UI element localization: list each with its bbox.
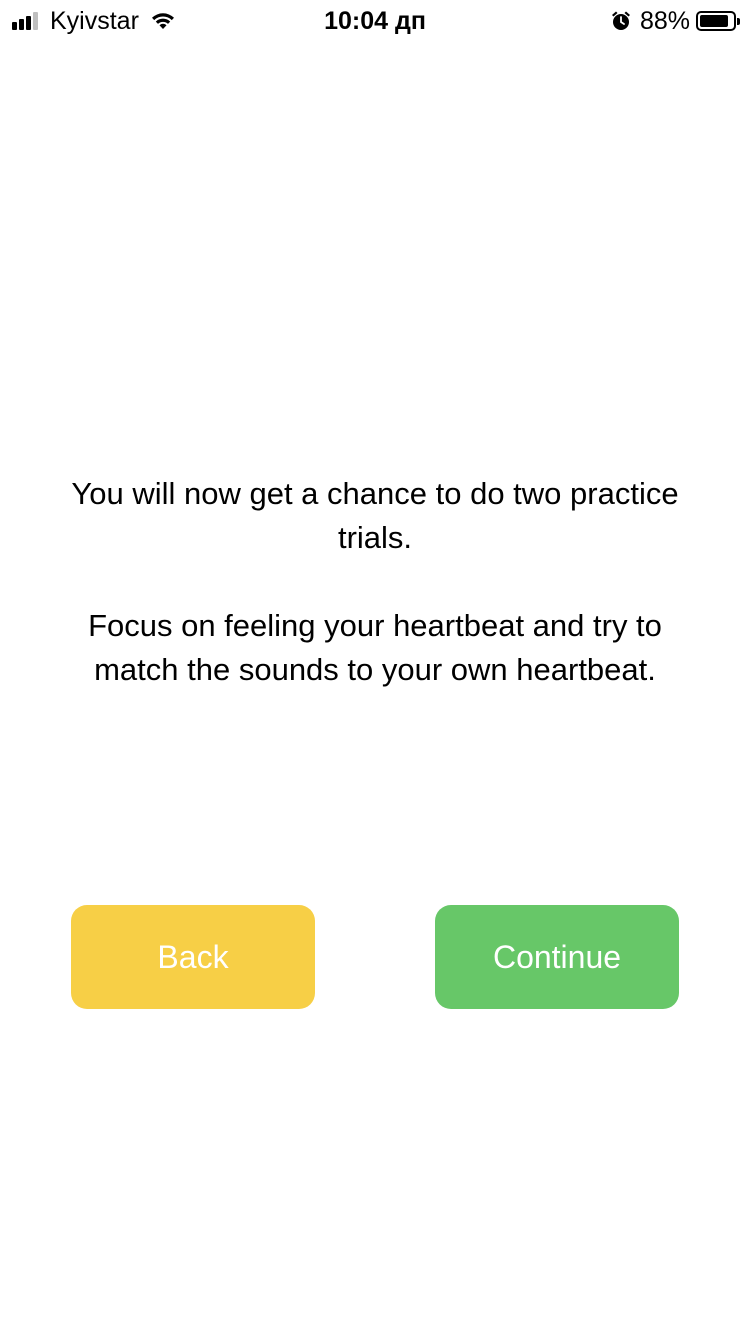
battery-percentage: 88%	[639, 7, 690, 35]
instructions-text: You will now get a chance to do two prac…	[60, 472, 690, 692]
battery-tip	[737, 18, 740, 25]
instructions-paragraph-1: You will now get a chance to do two prac…	[71, 476, 679, 555]
battery-level-fill	[700, 15, 728, 27]
continue-button[interactable]: Continue	[435, 905, 679, 1009]
instructions-paragraph-2: Focus on feeling your heartbeat and try …	[88, 608, 662, 687]
battery-icon	[696, 11, 740, 31]
screen: Kyivstar 10:04 дп 88% You will now get a…	[0, 0, 750, 1334]
alarm-clock-icon	[611, 11, 630, 30]
status-right: 88%	[610, 6, 740, 36]
back-button[interactable]: Back	[71, 905, 315, 1009]
status-bar: Kyivstar 10:04 дп 88%	[0, 0, 750, 42]
